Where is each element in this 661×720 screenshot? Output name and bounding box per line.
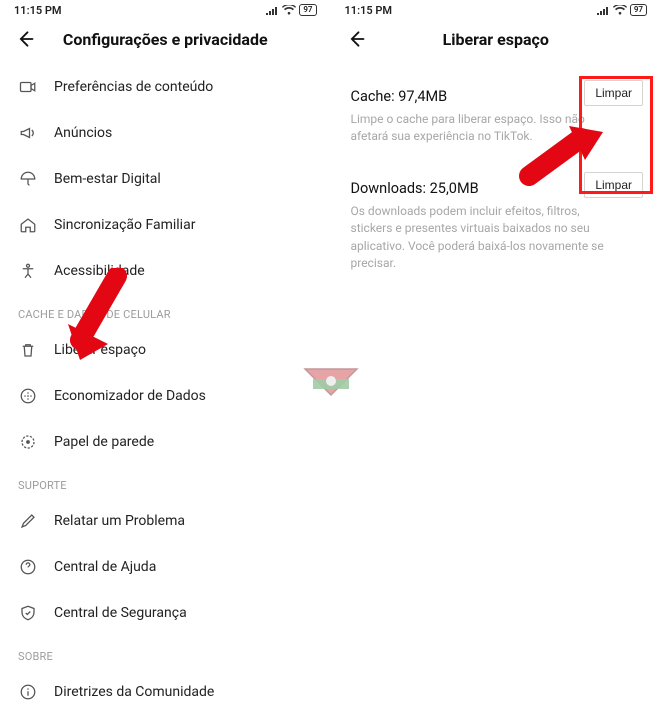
signal-icon	[597, 5, 610, 15]
header: Configurações e privacidade	[0, 18, 331, 64]
cache-desc: Limpe o cache para liberar espaço. Isso …	[351, 111, 611, 146]
battery-icon: 97	[630, 4, 647, 16]
row-label: Economizador de Dados	[54, 388, 206, 404]
row-label: Acessibilidade	[54, 263, 145, 279]
row-content-preferences[interactable]: Preferências de conteúdo	[0, 64, 331, 110]
info-icon	[18, 682, 38, 702]
row-label: Liberar espaço	[54, 342, 146, 358]
row-digital-wellbeing[interactable]: Bem-estar Digital	[0, 156, 331, 202]
status-time: 11:15 PM	[345, 4, 393, 17]
downloads-block: Downloads: 25,0MB Os downloads podem inc…	[331, 174, 661, 273]
shield-check-icon	[18, 603, 38, 623]
row-free-up-space[interactable]: Liberar espaço	[0, 327, 331, 373]
wallpaper-icon	[18, 432, 38, 452]
clear-cache-button[interactable]: Limpar	[584, 80, 643, 106]
status-bar: 11:15 PM 97	[0, 0, 331, 18]
back-icon[interactable]	[345, 28, 367, 50]
page-title: Configurações e privacidade	[36, 30, 317, 49]
row-label: Anúncios	[54, 125, 112, 141]
row-ads[interactable]: Anúncios	[0, 110, 331, 156]
row-report-problem[interactable]: Relatar um Problema	[0, 498, 331, 544]
cache-block: Cache: 97,4MB Limpe o cache para liberar…	[331, 82, 661, 146]
settings-screen: 11:15 PM 97 Configurações e privacidade …	[0, 0, 331, 720]
row-community-guidelines[interactable]: Diretrizes da Comunidade	[0, 669, 331, 715]
section-about: SOBRE	[0, 636, 331, 669]
megaphone-icon	[18, 123, 38, 143]
wifi-icon	[282, 5, 296, 15]
accessibility-icon	[18, 261, 38, 281]
free-space-screen: 11:15 PM 97 Liberar espaço Cache: 97,4MB…	[331, 0, 661, 720]
row-label: Sincronização Familiar	[54, 217, 195, 233]
back-icon[interactable]	[14, 28, 36, 50]
help-icon	[18, 557, 38, 577]
row-label: Relatar um Problema	[54, 513, 185, 529]
umbrella-icon	[18, 169, 38, 189]
clear-downloads-button[interactable]: Limpar	[584, 172, 643, 198]
status-time: 11:15 PM	[14, 4, 62, 17]
status-indicators: 97	[266, 4, 316, 16]
section-support: SUPORTE	[0, 465, 331, 498]
row-accessibility[interactable]: Acessibilidade	[0, 248, 331, 294]
row-label: Central de Ajuda	[54, 559, 156, 575]
row-data-saver[interactable]: Economizador de Dados	[0, 373, 331, 419]
pencil-icon	[18, 511, 38, 531]
row-label: Diretrizes da Comunidade	[54, 684, 214, 700]
status-bar: 11:15 PM 97	[331, 0, 661, 18]
wifi-icon	[613, 5, 627, 15]
row-label: Bem-estar Digital	[54, 171, 161, 187]
page-title: Liberar espaço	[367, 30, 648, 49]
row-family-pairing[interactable]: Sincronização Familiar	[0, 202, 331, 248]
header: Liberar espaço	[331, 18, 661, 64]
row-label: Central de Segurança	[54, 605, 187, 621]
downloads-desc: Os downloads podem incluir efeitos, filt…	[351, 203, 611, 273]
row-label: Preferências de conteúdo	[54, 79, 213, 95]
row-wallpaper[interactable]: Papel de parede	[0, 419, 331, 465]
status-indicators: 97	[597, 4, 647, 16]
section-cache: CACHE E DADOS DE CELULAR	[0, 294, 331, 327]
video-icon	[18, 77, 38, 97]
data-saver-icon	[18, 386, 38, 406]
signal-icon	[266, 5, 279, 15]
row-label: Papel de parede	[54, 434, 154, 450]
trash-icon	[18, 340, 38, 360]
home-icon	[18, 215, 38, 235]
row-safety-center[interactable]: Central de Segurança	[0, 590, 331, 636]
battery-icon: 97	[299, 4, 316, 16]
row-help-center[interactable]: Central de Ajuda	[0, 544, 331, 590]
